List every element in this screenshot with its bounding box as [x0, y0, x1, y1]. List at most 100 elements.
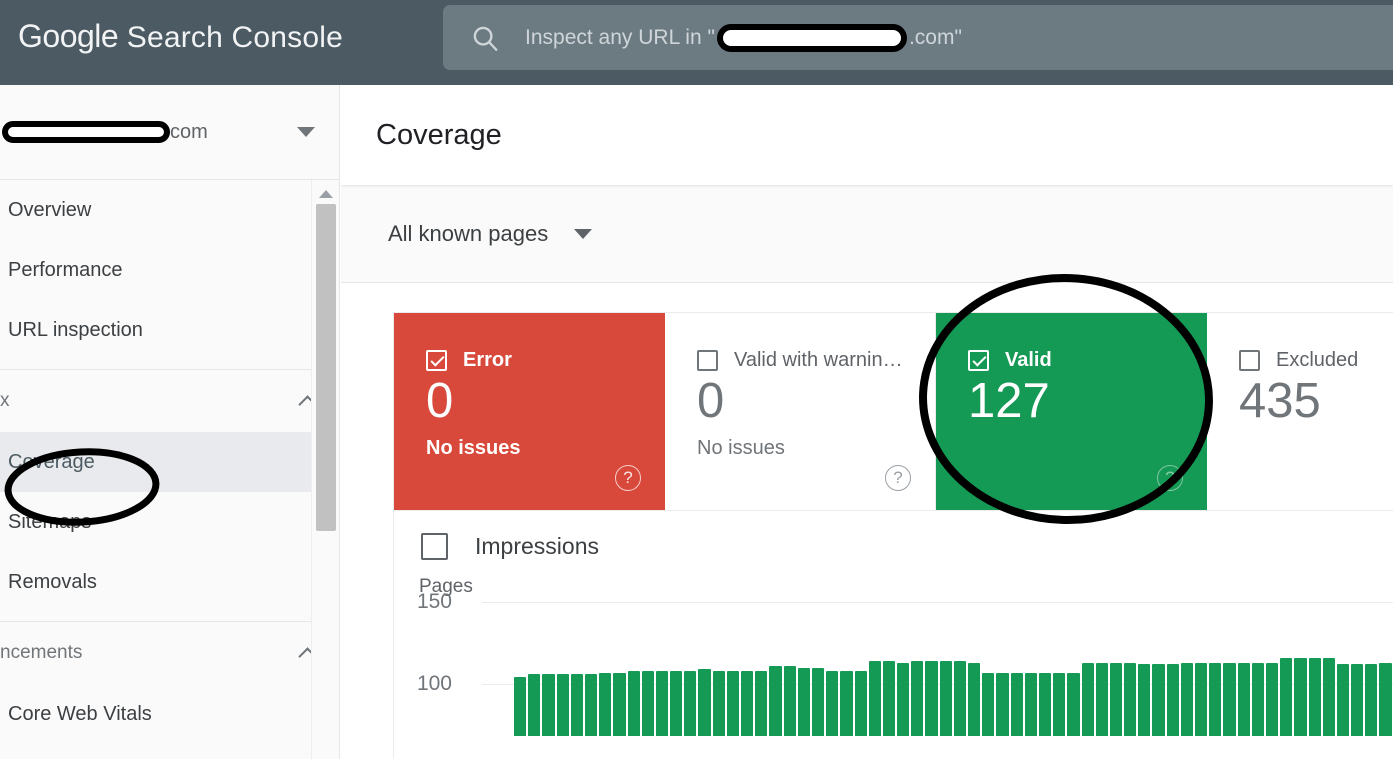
sidebar-item-sitemaps[interactable]: Sitemaps — [0, 492, 339, 552]
checkbox-excluded[interactable] — [1239, 350, 1260, 371]
bar — [1195, 662, 1208, 736]
bar — [1109, 662, 1123, 736]
bar — [797, 667, 810, 736]
bar — [939, 661, 952, 736]
filter-bar: All known pages Primary crawler: S — [341, 185, 1393, 283]
page-title: Coverage — [376, 118, 502, 151]
bar — [741, 670, 754, 736]
y-axis-tick-150: 150 — [416, 590, 452, 613]
sidebar-scrollbar[interactable] — [311, 180, 339, 759]
main-content: Coverage All known pages Primary crawler… — [341, 85, 1393, 759]
sidebar-section-label: ncements — [0, 642, 83, 663]
bar — [868, 661, 881, 736]
search-icon — [470, 23, 500, 53]
checkbox-error[interactable] — [426, 350, 447, 371]
status-card-valid-with-warnings[interactable]: Valid with warnin… 0 No issues ? — [665, 313, 936, 511]
page-scope-dropdown[interactable]: All known pages — [388, 221, 593, 247]
chevron-down-icon — [574, 228, 593, 239]
bar — [996, 672, 1009, 736]
scroll-up-arrow-icon[interactable] — [318, 190, 333, 198]
sidebar-item-coverage[interactable]: Coverage — [0, 432, 339, 492]
bar — [982, 672, 995, 736]
bar — [882, 661, 896, 736]
status-card-header: Valid with warnin… — [697, 349, 935, 372]
bar — [1223, 662, 1236, 736]
bar — [627, 670, 640, 736]
checkbox-impressions[interactable] — [421, 533, 448, 560]
coverage-bar-chart: Pages 150 100 — [394, 576, 1393, 736]
sidebar-item-label: Overview — [8, 198, 92, 221]
coverage-status-cards: Error 0 No issues ? Valid with warnin… 0… — [393, 312, 1393, 511]
bar — [670, 670, 683, 736]
app-brand-logo[interactable]: Google Search Console — [18, 18, 343, 55]
bar — [1308, 657, 1321, 736]
sidebar-index-group: Coverage Sitemaps Removals — [0, 432, 339, 612]
y-axis-tick-100: 100 — [416, 672, 452, 695]
sidebar-item-label: Core Web Vitals — [8, 702, 152, 725]
bar — [854, 670, 867, 736]
sidebar-nav: Overview Performance URL inspection x Co… — [0, 180, 339, 759]
bar — [1067, 672, 1080, 736]
bar — [641, 670, 654, 736]
help-icon[interactable]: ? — [1157, 465, 1183, 491]
bar — [599, 672, 612, 736]
bar — [1138, 664, 1151, 736]
status-card-value: 0 — [426, 374, 454, 428]
search-placeholder-text: Inspect any URL in " .com" — [525, 23, 962, 52]
status-card-header: Error — [426, 349, 665, 372]
sidebar-item-label: URL inspection — [8, 318, 143, 341]
bar — [655, 670, 669, 736]
url-inspection-search-bar[interactable]: Inspect any URL in " .com" — [443, 5, 1393, 70]
status-card-excluded[interactable]: Excluded 435 — [1207, 313, 1393, 511]
redacted-property-mark — [2, 121, 170, 143]
checkbox-valid-with-warnings[interactable] — [697, 350, 718, 371]
help-icon[interactable]: ? — [615, 465, 641, 491]
status-card-value: 127 — [968, 374, 1050, 428]
bar — [712, 670, 725, 736]
help-icon[interactable]: ? — [885, 465, 911, 491]
chevron-down-icon[interactable] — [297, 127, 315, 137]
status-card-label: Valid — [1005, 349, 1052, 371]
scrollbar-thumb[interactable] — [316, 204, 336, 531]
sidebar-item-label: Removals — [8, 570, 97, 593]
status-card-label: Excluded — [1276, 349, 1359, 371]
bar — [1336, 664, 1350, 736]
bar — [1152, 664, 1165, 736]
status-card-valid[interactable]: Valid 127 ? — [936, 313, 1207, 511]
bar — [811, 667, 825, 736]
property-selector[interactable]: com — [0, 85, 339, 180]
bar — [925, 661, 938, 736]
status-card-error[interactable]: Error 0 No issues ? — [394, 313, 665, 511]
bar — [684, 670, 697, 736]
bar — [542, 674, 555, 736]
sidebar-primary-group: Overview Performance URL inspection — [0, 180, 339, 360]
sidebar-section-enhancements[interactable]: ncements — [0, 622, 339, 684]
bar — [1365, 664, 1378, 736]
sidebar-section-index[interactable]: x — [0, 370, 339, 432]
bar — [826, 670, 839, 736]
bar — [968, 662, 981, 736]
bar — [726, 670, 739, 736]
bar — [783, 665, 796, 736]
bar — [1280, 657, 1293, 736]
sidebar-item-url-inspection[interactable]: URL inspection — [0, 300, 339, 360]
brand-google-text: Google — [18, 18, 119, 54]
bar — [953, 661, 966, 736]
bar — [556, 674, 569, 736]
sidebar-item-overview[interactable]: Overview — [0, 180, 339, 240]
status-card-header: Valid — [968, 349, 1207, 372]
page-title-bar: Coverage — [341, 85, 1393, 185]
sidebar-item-removals[interactable]: Removals — [0, 552, 339, 612]
impressions-toggle-row[interactable]: Impressions — [394, 511, 1393, 560]
checkbox-valid[interactable] — [968, 350, 989, 371]
bar — [1024, 672, 1037, 736]
sidebar-item-core-web-vitals[interactable]: Core Web Vitals — [0, 684, 339, 744]
brand-product-text: Search Console — [126, 21, 343, 54]
search-placeholder-prefix: Inspect any URL in " — [525, 25, 715, 49]
sidebar-item-performance[interactable]: Performance — [0, 240, 339, 300]
bar — [1124, 662, 1137, 736]
status-card-subtext: No issues — [697, 437, 785, 460]
bar — [1379, 662, 1392, 736]
bar — [528, 674, 541, 736]
bar — [698, 669, 711, 736]
